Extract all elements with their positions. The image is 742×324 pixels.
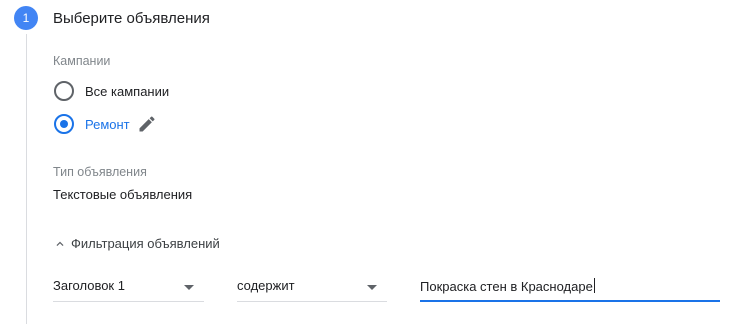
filter-toggle[interactable]: Фильтрация объявлений bbox=[53, 236, 220, 251]
step-title: Выберите объявления bbox=[53, 10, 210, 27]
filter-value-string: Покраска стен в Краснодаре bbox=[420, 279, 593, 294]
ad-type-label: Тип объявления bbox=[53, 165, 147, 179]
filter-field-dropdown[interactable]: Заголовок 1 bbox=[53, 275, 204, 302]
radio-all-campaigns[interactable]: Все кампании bbox=[54, 79, 169, 103]
filter-toggle-label: Фильтрация объявлений bbox=[71, 236, 220, 251]
filter-field-value: Заголовок 1 bbox=[53, 278, 125, 293]
dropdown-arrow-icon bbox=[367, 285, 377, 290]
radio-campaign-remont[interactable]: Ремонт bbox=[54, 112, 157, 136]
pencil-icon[interactable] bbox=[137, 114, 157, 134]
campaigns-label: Кампании bbox=[53, 54, 111, 68]
filter-operator-dropdown[interactable]: содержит bbox=[237, 275, 387, 302]
radio-label-remont: Ремонт bbox=[85, 116, 130, 132]
chevron-up-icon bbox=[53, 237, 67, 251]
dropdown-arrow-icon bbox=[184, 285, 194, 290]
radio-button-checked[interactable] bbox=[54, 114, 74, 134]
radio-label-all-campaigns: Все кампании bbox=[85, 83, 170, 99]
step-number-badge: 1 bbox=[14, 6, 38, 30]
step-connector-line bbox=[26, 34, 27, 324]
filter-operator-value: содержит bbox=[237, 278, 295, 293]
filter-value-text: Покраска стен в Краснодаре bbox=[420, 278, 595, 294]
filter-value-input[interactable]: Покраска стен в Краснодаре bbox=[420, 275, 720, 302]
radio-button-unchecked[interactable] bbox=[54, 81, 74, 101]
ad-type-value: Текстовые объявления bbox=[53, 187, 193, 202]
text-caret bbox=[593, 278, 595, 293]
